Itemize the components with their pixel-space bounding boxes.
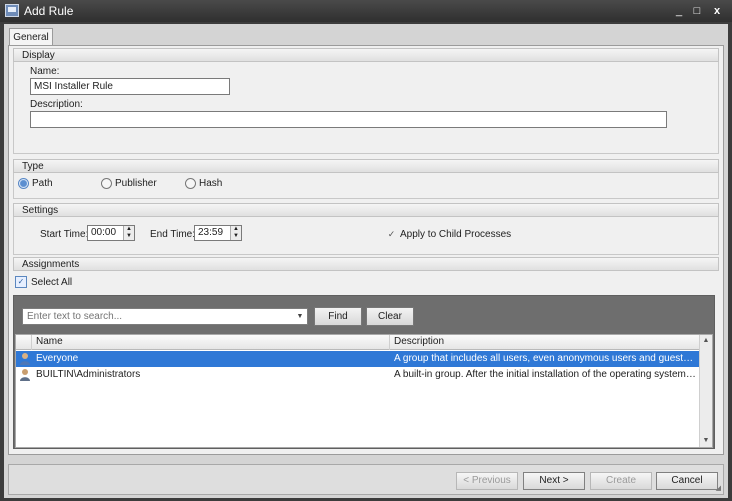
maximize-button[interactable]: □ [690, 4, 704, 18]
assignments-panel: ▼ Find Clear Name Description [13, 295, 715, 449]
description-column-header[interactable]: Description [390, 335, 700, 350]
hash-label[interactable]: Hash [199, 178, 222, 189]
table-row[interactable]: Everyone A group that includes all users… [16, 351, 700, 367]
hash-radio[interactable] [185, 178, 196, 189]
table-vertical-scrollbar[interactable]: ▲ ▼ [699, 335, 712, 447]
type-group-header: Type [13, 159, 719, 173]
name-label: Name: [30, 66, 60, 77]
description-input[interactable] [30, 111, 667, 128]
name-column-header[interactable]: Name [32, 335, 390, 350]
row-description: A built-in group. After the initial inst… [394, 369, 698, 380]
display-group-header: Display [13, 48, 719, 62]
search-dropdown-arrow-icon[interactable]: ▼ [295, 310, 305, 323]
display-group: Name: MSI Installer Rule Description: [13, 62, 719, 154]
next-button[interactable]: Next > [523, 472, 585, 490]
path-radio[interactable] [18, 178, 29, 189]
row-name: BUILTIN\Administrators [36, 369, 141, 380]
type-group: Path Publisher Hash [13, 173, 719, 199]
settings-group-header: Settings [13, 203, 719, 217]
apply-child-label[interactable]: Apply to Child Processes [400, 229, 511, 240]
app-window-icon [5, 4, 19, 17]
apply-child-checkbox[interactable]: ✓ [386, 229, 397, 240]
row-name: Everyone [36, 353, 79, 364]
assignments-table: Name Description Everyone A group that i… [15, 334, 713, 448]
user-group-icon [20, 353, 30, 365]
select-all-icon[interactable]: ✓ [15, 276, 27, 288]
dialog-client: General Display Name: MSI Installer Rule… [4, 24, 728, 498]
start-time-stepper[interactable]: 00:00 ▲ ▼ [87, 225, 135, 241]
publisher-radio[interactable] [101, 178, 112, 189]
description-label: Description: [30, 99, 83, 110]
end-time-spin-arrows[interactable]: ▲ ▼ [230, 226, 241, 240]
publisher-label[interactable]: Publisher [115, 178, 157, 189]
scroll-up-icon[interactable]: ▲ [700, 335, 712, 347]
close-button[interactable]: x [710, 4, 724, 18]
name-input[interactable]: MSI Installer Rule [30, 78, 230, 95]
end-time-stepper[interactable]: 23:59 ▲ ▼ [194, 225, 242, 241]
resize-grip-icon[interactable]: ◢ [716, 484, 721, 492]
row-description: A group that includes all users, even an… [394, 353, 698, 364]
select-all-link[interactable]: Select All [31, 277, 72, 288]
table-row[interactable]: BUILTIN\Administrators A built-in group.… [16, 367, 700, 383]
table-header: Name Description [16, 335, 700, 350]
previous-button[interactable]: < Previous [456, 472, 518, 490]
assignments-group-header: Assignments [13, 257, 719, 271]
create-button[interactable]: Create [590, 472, 652, 490]
search-box[interactable]: ▼ [22, 308, 308, 325]
cancel-button[interactable]: Cancel [656, 472, 718, 490]
tab-general[interactable]: General [9, 28, 53, 46]
window-title: Add Rule [24, 4, 74, 18]
dialog-footer: < Previous Next > Create Cancel ◢ [8, 464, 724, 495]
icon-column-header [16, 335, 32, 350]
find-button[interactable]: Find [314, 307, 362, 326]
search-input[interactable] [23, 309, 293, 324]
title-bar[interactable]: Add Rule _ □ x [0, 0, 732, 22]
start-time-label: Start Time: [40, 229, 89, 240]
end-time-label: End Time: [150, 229, 196, 240]
minimize-button[interactable]: _ [672, 4, 686, 18]
start-time-value: 00:00 [91, 227, 117, 238]
general-tab-page: Display Name: MSI Installer Rule Descrip… [8, 45, 724, 455]
start-time-spin-arrows[interactable]: ▲ ▼ [123, 226, 134, 240]
user-icon [20, 369, 30, 381]
clear-button[interactable]: Clear [366, 307, 414, 326]
scroll-down-icon[interactable]: ▼ [700, 435, 712, 447]
end-time-value: 23:59 [198, 227, 224, 238]
path-label[interactable]: Path [32, 178, 53, 189]
settings-group: Start Time: 00:00 ▲ ▼ End Time: 23:59 ▲ ▼ … [13, 217, 719, 255]
add-rule-window: Add Rule _ □ x General Display Name: MSI… [0, 0, 732, 501]
